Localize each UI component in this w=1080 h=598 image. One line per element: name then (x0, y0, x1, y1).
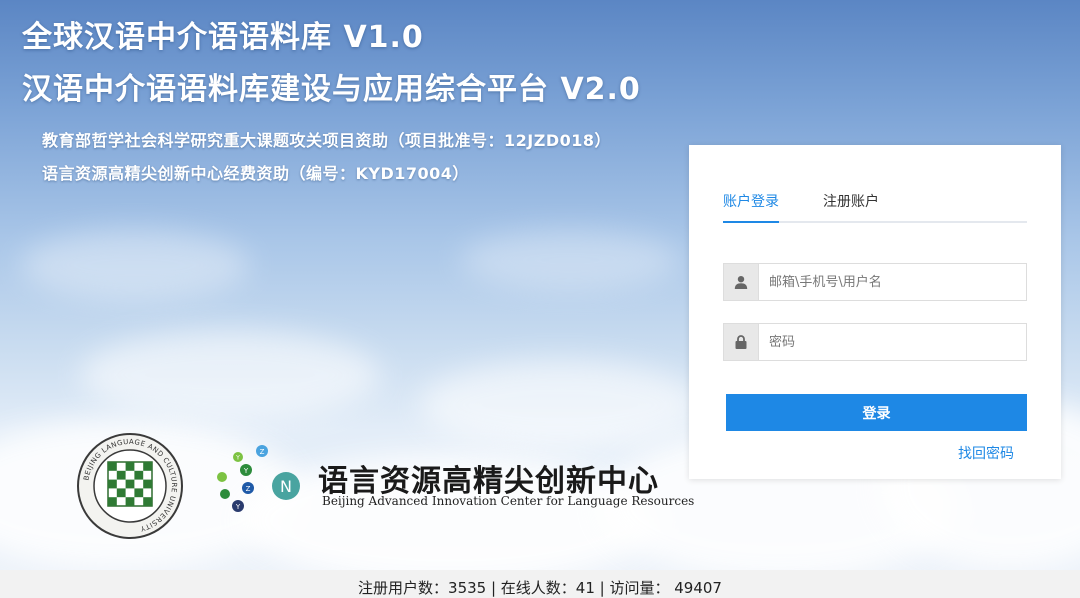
funding-note-center: 语言资源高精尖创新中心经费资助（编号：KYD17004） (42, 164, 469, 183)
footer: 注册用户数：3535 | 在线人数：41 | 访问量： 49407 (0, 570, 1080, 598)
svg-text:Y: Y (235, 455, 240, 462)
funding-note-moe: 教育部哲学社会科学研究重大课题攻关项目资助（项目批准号：12JZD018） (42, 131, 612, 150)
svg-text:Z: Z (260, 448, 265, 456)
password-field[interactable] (723, 323, 1041, 361)
user-icon (724, 264, 759, 300)
tab-register-account[interactable]: 注册账户 (823, 191, 879, 221)
svg-text:Y: Y (243, 467, 249, 475)
username-input[interactable] (759, 264, 1041, 300)
forgot-password-link[interactable]: 找回密码 (958, 443, 1014, 463)
login-tabs: 账户登录 注册账户 (723, 191, 1027, 223)
yzn-dots-icon: Y Z N Y Z Y (217, 445, 300, 512)
svg-text:Y: Y (235, 503, 241, 511)
platform-title: 汉语中介语语料库建设与应用综合平台 V2.0 (22, 72, 641, 107)
center-name-en: Beijing Advanced Innovation Center for L… (322, 494, 695, 508)
username-field[interactable] (723, 263, 1041, 301)
login-button[interactable]: 登录 (726, 394, 1027, 431)
login-panel: 账户登录 注册账户 登录 找回密码 (689, 145, 1061, 479)
blcu-logo: BEIJING LANGUAGE AND CULTURE UNIVERSITY (77, 433, 183, 539)
lock-icon (724, 324, 759, 360)
innovation-center-logo: Y Z N Y Z Y 语言资源高精尖创新中心 Beijing Advanced… (210, 444, 694, 518)
password-input[interactable] (759, 324, 1041, 360)
svg-text:N: N (280, 477, 292, 496)
tab-account-login[interactable]: 账户登录 (723, 191, 779, 223)
site-stats: 注册用户数：3535 | 在线人数：41 | 访问量： 49407 (358, 579, 722, 597)
site-title: 全球汉语中介语语料库 V1.0 (22, 20, 424, 55)
svg-text:Z: Z (246, 485, 251, 493)
